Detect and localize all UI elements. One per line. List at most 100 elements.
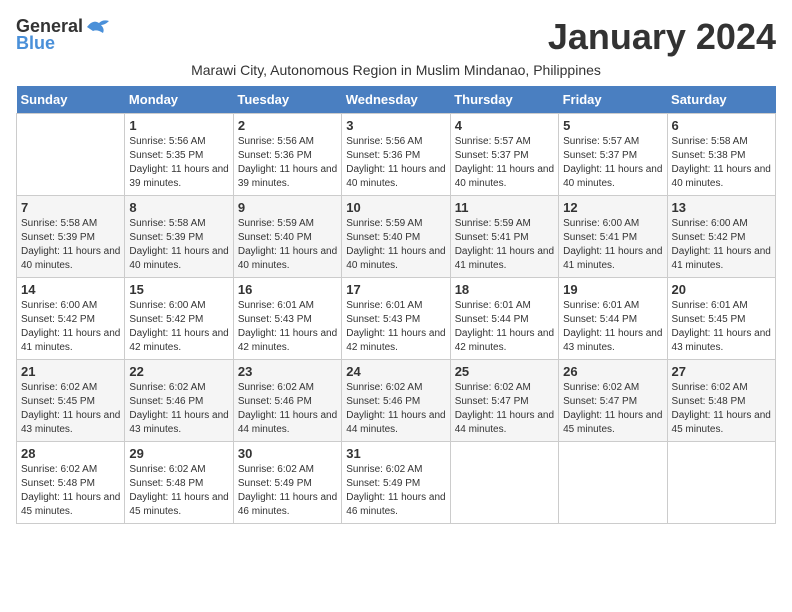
day-number: 2 xyxy=(238,118,337,133)
day-number: 6 xyxy=(672,118,771,133)
day-info: Sunrise: 5:56 AMSunset: 5:36 PMDaylight:… xyxy=(238,135,337,191)
day-info: Sunrise: 6:01 AMSunset: 5:43 PMDaylight:… xyxy=(238,299,337,355)
sunset-text: Sunset: 5:35 PM xyxy=(129,149,228,163)
calendar-cell xyxy=(450,442,558,524)
day-info: Sunrise: 6:02 AMSunset: 5:47 PMDaylight:… xyxy=(455,381,554,437)
logo-blue: Blue xyxy=(16,33,55,54)
daylight-text: Daylight: 11 hours and 42 minutes. xyxy=(238,327,337,355)
daylight-text: Daylight: 11 hours and 46 minutes. xyxy=(238,491,337,519)
day-number: 9 xyxy=(238,200,337,215)
daylight-text: Daylight: 11 hours and 39 minutes. xyxy=(129,163,228,191)
day-info: Sunrise: 6:02 AMSunset: 5:46 PMDaylight:… xyxy=(346,381,445,437)
sunset-text: Sunset: 5:38 PM xyxy=(672,149,771,163)
calendar-cell: 27 Sunrise: 6:02 AMSunset: 5:48 PMDayligh… xyxy=(667,360,775,442)
sunset-text: Sunset: 5:44 PM xyxy=(455,313,554,327)
sunset-text: Sunset: 5:36 PM xyxy=(346,149,445,163)
day-number: 1 xyxy=(129,118,228,133)
sunset-text: Sunset: 5:42 PM xyxy=(129,313,228,327)
calendar-cell: 18Sunrise: 6:01 AMSunset: 5:44 PMDayligh… xyxy=(450,278,558,360)
header-day-wednesday: Wednesday xyxy=(342,86,450,114)
calendar-cell: 12Sunrise: 6:00 AMSunset: 5:41 PMDayligh… xyxy=(559,196,667,278)
day-info: Sunrise: 6:02 AMSunset: 5:48 PMDaylight:… xyxy=(672,381,771,437)
daylight-text: Daylight: 11 hours and 40 minutes. xyxy=(455,163,554,191)
calendar-cell: 1Sunrise: 5:56 AMSunset: 5:35 PMDaylight… xyxy=(125,114,233,196)
sunrise-text: Sunrise: 6:02 AM xyxy=(346,381,445,395)
sunset-text: Sunset: 5:49 PM xyxy=(346,477,445,491)
day-info: Sunrise: 5:56 AMSunset: 5:36 PMDaylight:… xyxy=(346,135,445,191)
day-info: Sunrise: 5:58 AMSunset: 5:38 PMDaylight:… xyxy=(672,135,771,191)
daylight-text: Daylight: 11 hours and 40 minutes. xyxy=(346,163,445,191)
sunset-text: Sunset: 5:48 PM xyxy=(21,477,120,491)
daylight-text: Daylight: 11 hours and 40 minutes. xyxy=(563,163,662,191)
month-title: January 2024 xyxy=(548,16,776,58)
day-number: 10 xyxy=(346,200,445,215)
day-number: 13 xyxy=(672,200,771,215)
calendar-header-row: SundayMondayTuesdayWednesdayThursdayFrid… xyxy=(17,86,776,114)
day-number: 28 xyxy=(21,446,120,461)
day-info: Sunrise: 6:00 AMSunset: 5:42 PMDaylight:… xyxy=(129,299,228,355)
sunset-text: Sunset: 5:48 PM xyxy=(129,477,228,491)
calendar-subtitle: Marawi City, Autonomous Region in Muslim… xyxy=(16,62,776,78)
calendar-cell: 28 Sunrise: 6:02 AMSunset: 5:48 PMDayligh… xyxy=(17,442,125,524)
daylight-text: Daylight: 11 hours and 46 minutes. xyxy=(346,491,445,519)
daylight-text: Daylight: 11 hours and 41 minutes. xyxy=(455,245,554,273)
calendar-cell: 21Sunrise: 6:02 AMSunset: 5:45 PMDayligh… xyxy=(17,360,125,442)
header-day-thursday: Thursday xyxy=(450,86,558,114)
daylight-text: Daylight: 11 hours and 45 minutes. xyxy=(563,409,662,437)
day-number: 27 xyxy=(672,364,771,379)
day-number: 22 xyxy=(129,364,228,379)
day-number: 16 xyxy=(238,282,337,297)
day-number: 18 xyxy=(455,282,554,297)
calendar-cell xyxy=(559,442,667,524)
sunrise-text: Sunrise: 6:01 AM xyxy=(238,299,337,313)
daylight-text: Daylight: 11 hours and 43 minutes. xyxy=(129,409,228,437)
day-info: Sunrise: 5:59 AMSunset: 5:40 PMDaylight:… xyxy=(346,217,445,273)
sunset-text: Sunset: 5:37 PM xyxy=(455,149,554,163)
sunrise-text: Sunrise: 6:02 AM xyxy=(21,381,120,395)
header-day-saturday: Saturday xyxy=(667,86,775,114)
calendar-cell: 23Sunrise: 6:02 AMSunset: 5:46 PMDayligh… xyxy=(233,360,341,442)
sunrise-text: Sunrise: 5:59 AM xyxy=(238,217,337,231)
week-row-1: 7Sunrise: 5:58 AMSunset: 5:39 PMDaylight… xyxy=(17,196,776,278)
sunrise-text: Sunrise: 6:00 AM xyxy=(21,299,120,313)
calendar-cell: 30Sunrise: 6:02 AMSunset: 5:49 PMDayligh… xyxy=(233,442,341,524)
sunrise-text: Sunrise: 6:02 AM xyxy=(238,381,337,395)
header: General Blue January 2024 xyxy=(16,16,776,58)
calendar-cell xyxy=(667,442,775,524)
day-number: 29 xyxy=(129,446,228,461)
sunrise-text: Sunrise: 5:56 AM xyxy=(238,135,337,149)
header-day-monday: Monday xyxy=(125,86,233,114)
day-number: 30 xyxy=(238,446,337,461)
sunrise-text: Sunrise: 6:02 AM xyxy=(346,463,445,477)
calendar-cell: 24Sunrise: 6:02 AMSunset: 5:46 PMDayligh… xyxy=(342,360,450,442)
calendar-cell: 6 Sunrise: 5:58 AMSunset: 5:38 PMDaylight… xyxy=(667,114,775,196)
day-info: Sunrise: 6:00 AMSunset: 5:41 PMDaylight:… xyxy=(563,217,662,273)
calendar-cell: 31 Sunrise: 6:02 AMSunset: 5:49 PMDayligh… xyxy=(342,442,450,524)
sunset-text: Sunset: 5:48 PM xyxy=(672,395,771,409)
header-day-friday: Friday xyxy=(559,86,667,114)
sunset-text: Sunset: 5:45 PM xyxy=(672,313,771,327)
day-number: 20 xyxy=(672,282,771,297)
daylight-text: Daylight: 11 hours and 40 minutes. xyxy=(129,245,228,273)
day-info: Sunrise: 5:57 AMSunset: 5:37 PMDaylight:… xyxy=(455,135,554,191)
header-day-tuesday: Tuesday xyxy=(233,86,341,114)
sunset-text: Sunset: 5:47 PM xyxy=(563,395,662,409)
daylight-text: Daylight: 11 hours and 43 minutes. xyxy=(672,327,771,355)
sunrise-text: Sunrise: 5:57 AM xyxy=(563,135,662,149)
logo-bird-icon xyxy=(85,17,111,37)
sunrise-text: Sunrise: 6:01 AM xyxy=(455,299,554,313)
calendar-cell: 14Sunrise: 6:00 AMSunset: 5:42 PMDayligh… xyxy=(17,278,125,360)
day-info: Sunrise: 5:58 AMSunset: 5:39 PMDaylight:… xyxy=(129,217,228,273)
day-number: 31 xyxy=(346,446,445,461)
day-info: Sunrise: 6:02 AMSunset: 5:49 PMDaylight:… xyxy=(346,463,445,519)
day-info: Sunrise: 5:57 AMSunset: 5:37 PMDaylight:… xyxy=(563,135,662,191)
sunrise-text: Sunrise: 6:02 AM xyxy=(129,463,228,477)
day-info: Sunrise: 6:02 AMSunset: 5:48 PMDaylight:… xyxy=(21,463,120,519)
day-number: 19 xyxy=(563,282,662,297)
calendar-cell: 29Sunrise: 6:02 AMSunset: 5:48 PMDayligh… xyxy=(125,442,233,524)
day-number: 26 xyxy=(563,364,662,379)
logo: General Blue xyxy=(16,16,111,54)
sunset-text: Sunset: 5:37 PM xyxy=(563,149,662,163)
sunset-text: Sunset: 5:46 PM xyxy=(346,395,445,409)
sunset-text: Sunset: 5:39 PM xyxy=(129,231,228,245)
